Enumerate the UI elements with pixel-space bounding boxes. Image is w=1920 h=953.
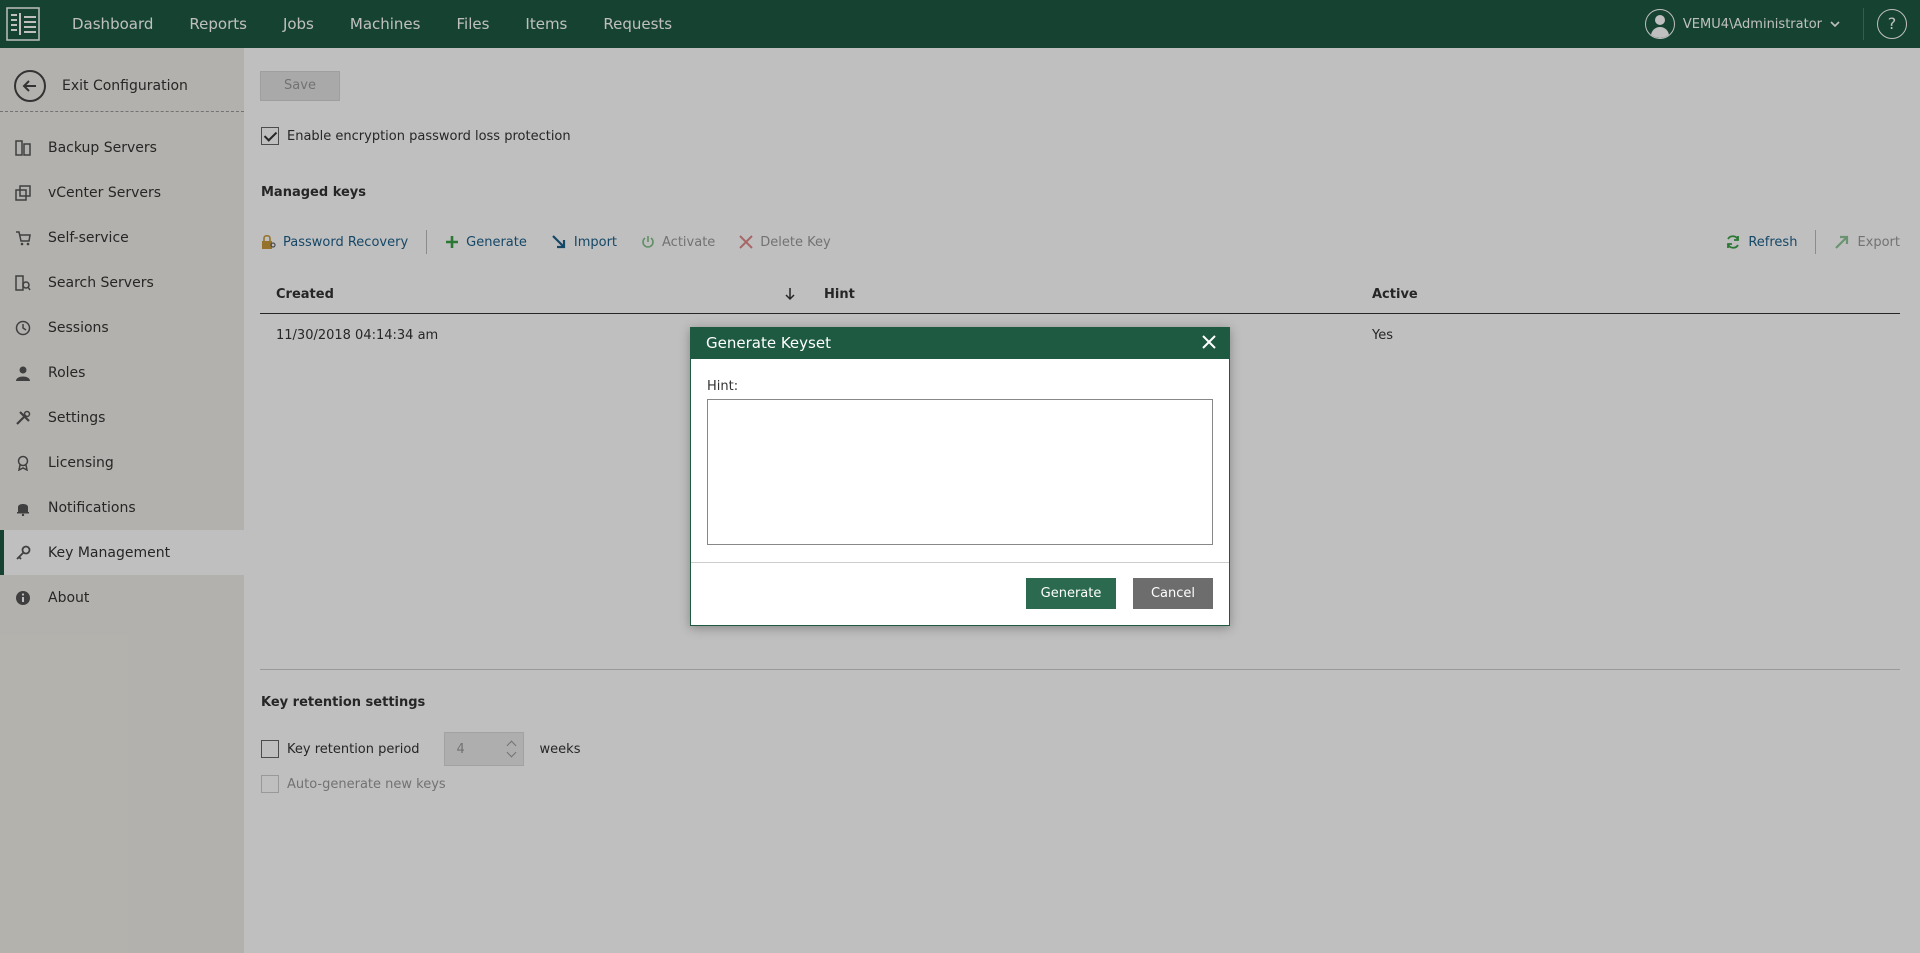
close-icon[interactable] <box>1199 332 1219 352</box>
dialog-title: Generate Keyset <box>706 334 831 352</box>
hint-label: Hint: <box>707 379 739 394</box>
dialog-header: Generate Keyset <box>691 328 1229 359</box>
dialog-divider <box>691 562 1229 563</box>
generate-button[interactable]: Generate <box>1026 578 1116 609</box>
cancel-button[interactable]: Cancel <box>1133 578 1213 609</box>
generate-keyset-dialog: Generate Keyset Hint: Generate Cancel <box>690 327 1230 626</box>
hint-textarea[interactable] <box>707 399 1213 545</box>
